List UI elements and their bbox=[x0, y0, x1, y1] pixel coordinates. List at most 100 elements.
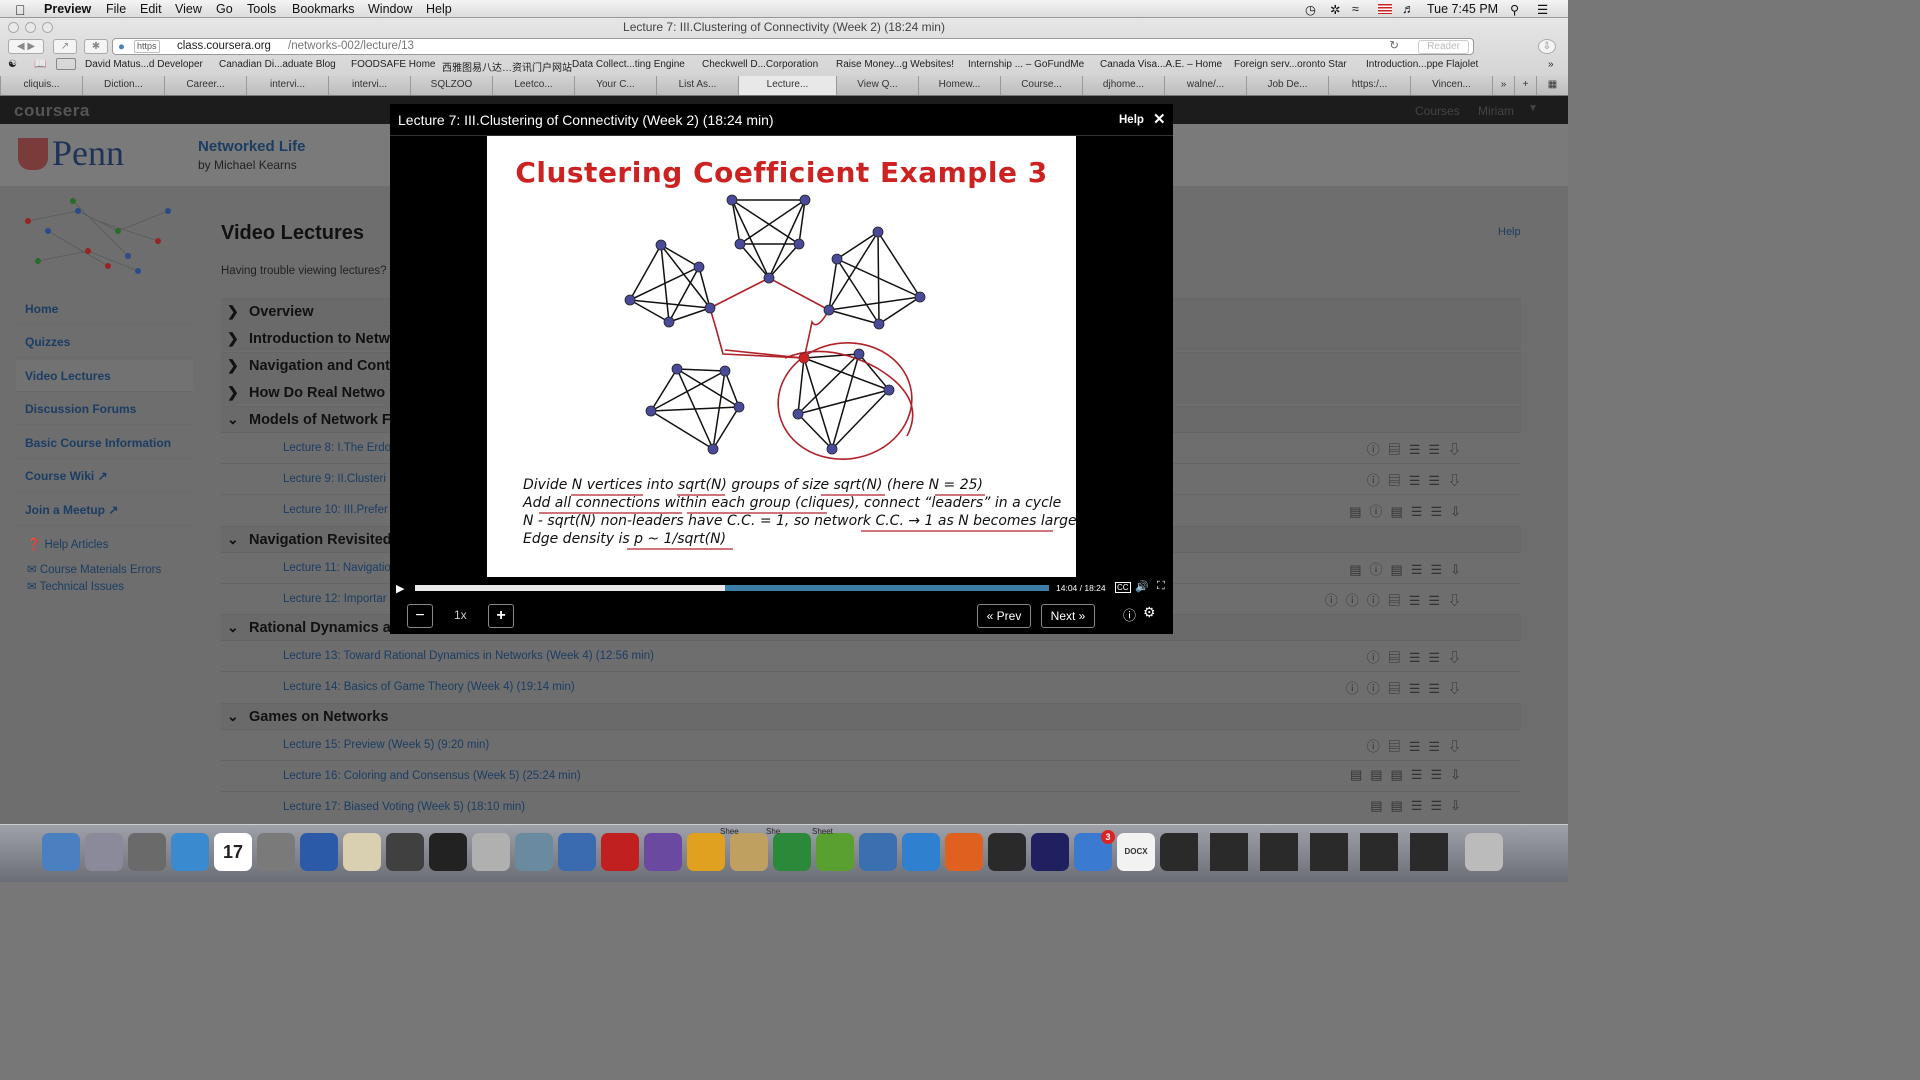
lecture-resource-icons[interactable]: ▤ⓘ▤☰☰⇩ bbox=[1349, 559, 1469, 578]
sidebar-item-course-wiki[interactable]: Course Wiki ↗ bbox=[16, 460, 193, 492]
next-button[interactable]: Next » bbox=[1041, 604, 1095, 628]
course-errors-link[interactable]: ✉ Course Materials Errors bbox=[27, 562, 161, 576]
tab-15[interactable]: Job De... bbox=[1246, 76, 1328, 95]
sidebar-item-join-meetup[interactable]: Join a Meetup ↗ bbox=[16, 494, 193, 526]
menu-tools[interactable]: Tools bbox=[247, 2, 276, 16]
audio-icon[interactable] bbox=[1031, 833, 1069, 871]
menu-go[interactable]: Go bbox=[216, 2, 233, 16]
firefox-icon[interactable] bbox=[945, 833, 983, 871]
window-thumbnails[interactable] bbox=[1160, 833, 1460, 871]
lecture-row[interactable]: Lecture 17: Biased Voting (Week 5) (18:1… bbox=[221, 791, 1521, 822]
lecture-row[interactable]: Lecture 15: Preview (Week 5) (9:20 min) ⓘ… bbox=[221, 729, 1521, 760]
bookmark-8[interactable]: Canada Visa...A.E. – Home bbox=[1100, 59, 1222, 70]
lecture-title[interactable]: Lecture 16: Coloring and Consensus (Week… bbox=[283, 770, 581, 782]
system-preferences-icon[interactable] bbox=[257, 833, 295, 871]
bookmark-9[interactable]: Foreign serv...oronto Star bbox=[1234, 59, 1347, 70]
address-bar[interactable]: ● https class.coursera.org /networks-002… bbox=[112, 38, 1474, 55]
sidebar-item-video-lectures[interactable]: Video Lectures bbox=[16, 360, 193, 392]
bookmark-10[interactable]: Introduction...ppe Flajolet bbox=[1366, 59, 1478, 70]
user-menu-chevron-icon[interactable]: ▼ bbox=[1528, 103, 1538, 114]
help-articles-link[interactable]: ❓ Help Articles bbox=[27, 537, 108, 551]
launchpad-icon[interactable] bbox=[85, 833, 123, 871]
volume-icon[interactable]: 🔊 bbox=[1135, 580, 1149, 593]
eclipse-icon[interactable] bbox=[644, 833, 682, 871]
bookmark-7[interactable]: Internship ... – GoFundMe bbox=[968, 59, 1084, 70]
tab-12[interactable]: Course... bbox=[1000, 76, 1082, 95]
course-title[interactable]: Networked Life bbox=[198, 138, 306, 155]
tab-13[interactable]: djhome... bbox=[1082, 76, 1164, 95]
lecture-title[interactable]: Lecture 14: Basics of Game Theory (Week … bbox=[283, 681, 575, 693]
terminal-icon[interactable] bbox=[429, 833, 467, 871]
menu-help[interactable]: Help bbox=[426, 2, 452, 16]
xcode-icon[interactable] bbox=[558, 833, 596, 871]
tab-4[interactable]: intervi... bbox=[328, 76, 410, 95]
menu-view[interactable]: View bbox=[175, 2, 202, 16]
lecture-row[interactable]: Lecture 14: Basics of Game Theory (Week … bbox=[221, 671, 1521, 702]
top-sites-icon[interactable] bbox=[56, 58, 76, 70]
coursera-logo[interactable]: coursera bbox=[14, 101, 90, 121]
tab-14[interactable]: walne/... bbox=[1164, 76, 1246, 95]
close-icon[interactable]: ✕ bbox=[1153, 110, 1166, 128]
lecture-resource-icons[interactable]: ▤▤☰☰⇩ bbox=[1370, 798, 1469, 814]
settings-gear-icon[interactable]: ⚙ bbox=[1143, 604, 1156, 621]
captions-icon[interactable]: CC bbox=[1115, 582, 1131, 593]
bookmark-0[interactable]: David Matus...d Developer bbox=[85, 59, 203, 70]
bookmark-4[interactable]: Data Collect...ting Engine bbox=[572, 59, 685, 70]
tab-8[interactable]: List As... bbox=[656, 76, 738, 95]
excel-icon[interactable] bbox=[773, 833, 811, 871]
tab-active[interactable]: Lecture... bbox=[738, 76, 836, 95]
notification-center-icon[interactable]: ☰ bbox=[1537, 2, 1548, 17]
sublime-icon[interactable] bbox=[386, 833, 424, 871]
menu-edit[interactable]: Edit bbox=[140, 2, 162, 16]
bookmark-1[interactable]: Canadian Di...aduate Blog bbox=[219, 59, 336, 70]
github-icon[interactable] bbox=[988, 833, 1026, 871]
tab-6[interactable]: Leetco... bbox=[492, 76, 574, 95]
preview-icon[interactable] bbox=[128, 833, 166, 871]
video-frame[interactable]: Clustering Coefficient Example 3 Divide … bbox=[487, 136, 1077, 577]
document-icon[interactable]: DOCX bbox=[1117, 833, 1155, 871]
tab-overview-icon[interactable]: ▦ bbox=[1536, 76, 1568, 95]
mail-icon[interactable] bbox=[902, 833, 940, 871]
bookmark-6[interactable]: Raise Money...g Websites! bbox=[836, 59, 954, 70]
lecture-resource-icons[interactable]: ▤ⓘ▤☰☰⇩ bbox=[1349, 501, 1469, 520]
acrobat-icon[interactable] bbox=[601, 833, 639, 871]
downloads-icon[interactable]: ⇩ bbox=[1538, 39, 1556, 54]
sidebar-item-discussion-forums[interactable]: Discussion Forums bbox=[16, 393, 193, 425]
lecture-resource-icons[interactable]: ⓘ▤☰☰⇩ bbox=[1367, 470, 1469, 489]
tab-0[interactable]: cliquis... bbox=[0, 76, 82, 95]
apple-icon[interactable]:  bbox=[15, 2, 26, 18]
seek-bar[interactable] bbox=[415, 585, 1049, 591]
modal-help-button[interactable]: Help bbox=[1119, 114, 1144, 126]
bookmark-2[interactable]: FOODSAFE Home bbox=[351, 59, 435, 70]
finder-icon[interactable] bbox=[42, 833, 80, 871]
lecture-title[interactable]: Lecture 17: Biased Voting (Week 5) (18:1… bbox=[283, 801, 525, 813]
help-link[interactable]: Help bbox=[1498, 226, 1521, 238]
grapher-icon[interactable] bbox=[816, 833, 854, 871]
lecture-row[interactable]: Lecture 16: Coloring and Consensus (Week… bbox=[221, 760, 1521, 791]
slower-button[interactable]: − bbox=[407, 604, 433, 628]
time-machine-icon[interactable]: ◷ bbox=[1305, 2, 1316, 17]
tab-1[interactable]: Diction... bbox=[82, 76, 164, 95]
lecture-resource-icons[interactable]: ⓘ▤☰☰⇩ bbox=[1367, 647, 1469, 666]
back-forward-buttons[interactable]: ◀ ▶ bbox=[8, 39, 44, 54]
bookmark-5[interactable]: Checkwell D...Corporation bbox=[702, 59, 818, 70]
trash-icon[interactable] bbox=[1465, 833, 1503, 871]
tab-2[interactable]: Career... bbox=[164, 76, 246, 95]
menu-bookmarks[interactable]: Bookmarks bbox=[292, 2, 355, 16]
tab-10[interactable]: View Q... bbox=[836, 76, 918, 95]
lecture-resource-icons[interactable]: ▤▤▤☰☰⇩ bbox=[1350, 767, 1469, 783]
menu-file[interactable]: File bbox=[106, 2, 126, 16]
info-icon[interactable]: ⓘ bbox=[1123, 605, 1136, 624]
lecture-row[interactable]: Lecture 13: Toward Rational Dynamics in … bbox=[221, 640, 1521, 671]
sidebar-item-home[interactable]: Home bbox=[16, 293, 193, 325]
fullscreen-icon[interactable]: ⛶ bbox=[1157, 580, 1165, 593]
bookmarks-icon[interactable]: 📖 bbox=[34, 59, 46, 70]
spotlight-icon[interactable]: ⚲ bbox=[1510, 2, 1519, 17]
reading-list-icon[interactable]: ☯ bbox=[8, 59, 17, 70]
chrome-icon[interactable] bbox=[687, 833, 725, 871]
lecture-resource-icons[interactable]: ⓘⓘⓘ▤☰☰⇩ bbox=[1325, 590, 1469, 609]
technical-issues-link[interactable]: ✉ Technical Issues bbox=[27, 579, 124, 593]
iphoto-icon[interactable] bbox=[515, 833, 553, 871]
lecture-resource-icons[interactable]: ⓘ▤☰☰⇩ bbox=[1367, 736, 1469, 755]
clock[interactable]: Tue 7:45 PM bbox=[1427, 2, 1498, 16]
